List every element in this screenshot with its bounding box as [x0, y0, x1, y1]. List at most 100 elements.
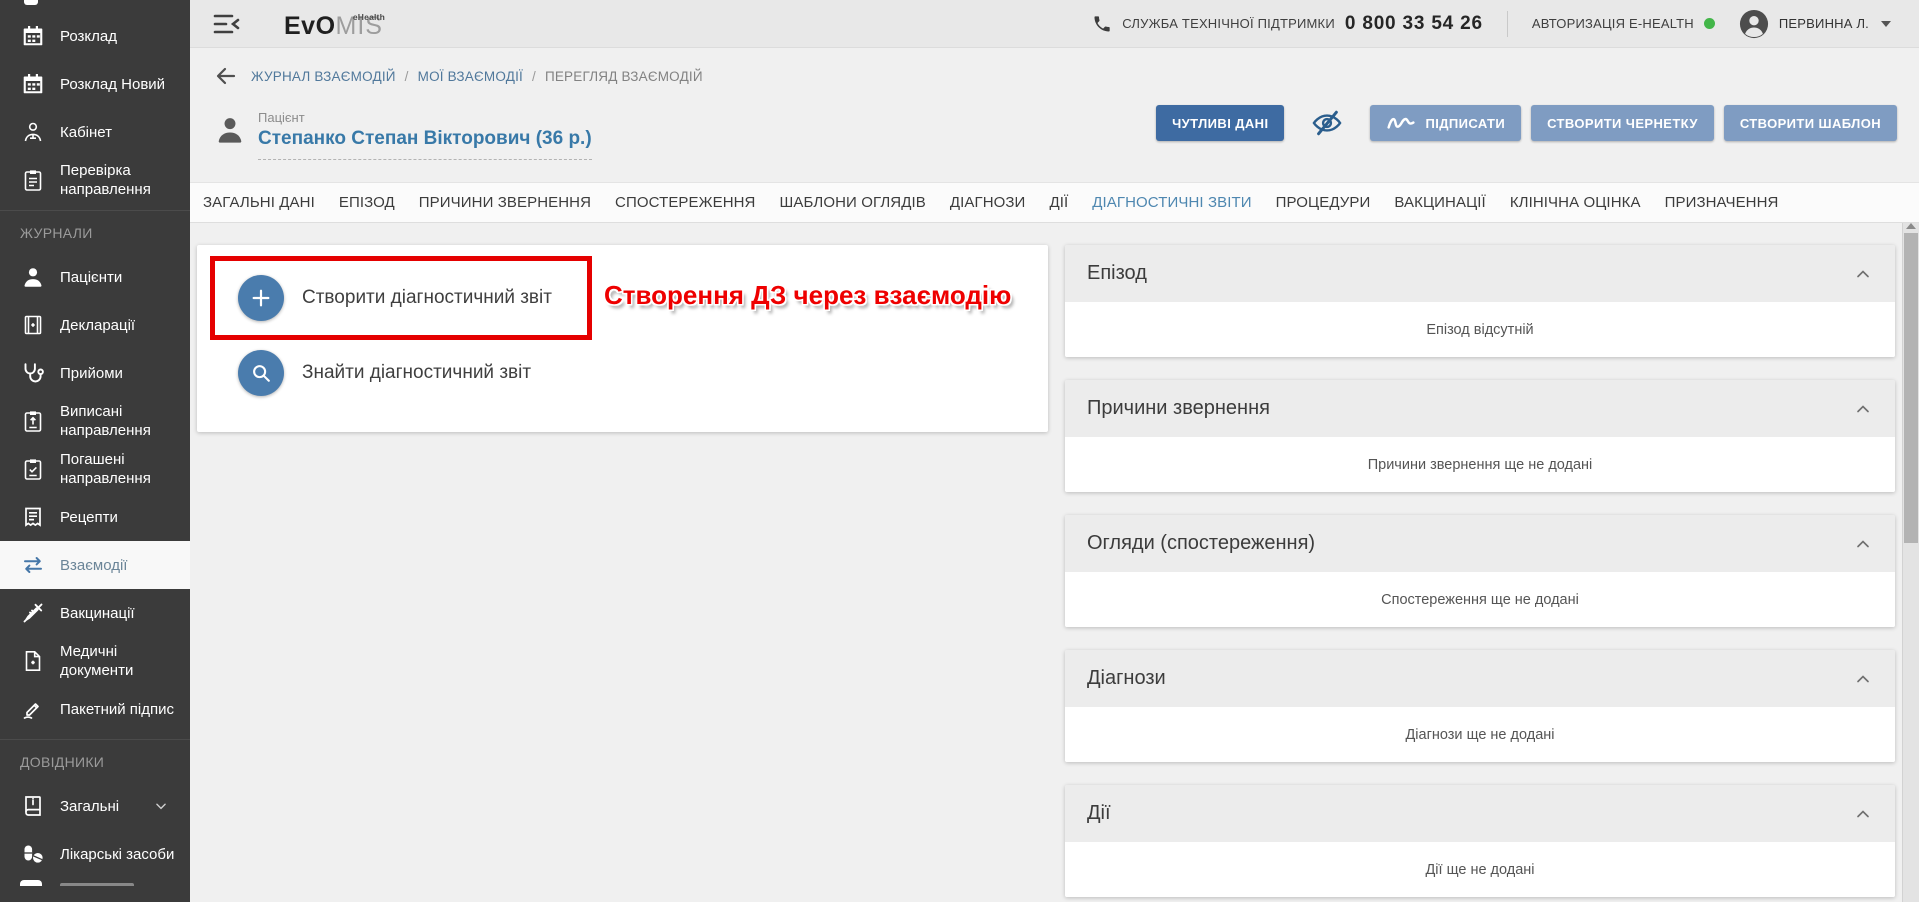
stethoscope-icon: [20, 360, 46, 386]
tab-procedures[interactable]: ПРОЦЕДУРИ: [1264, 183, 1383, 222]
action-bar: ЧУТЛИВІ ДАНІ ПІДПИСАТИ СТВОРИТИ ЧЕРНЕТКУ…: [1156, 105, 1897, 141]
sidebar-item-label: Вакцинації: [60, 604, 135, 623]
signature-icon: [20, 696, 46, 722]
tabs-bar: ЗАГАЛЬНІ ДАНІЕПІЗОДПРИЧИНИ ЗВЕРНЕННЯСПОС…: [190, 182, 1919, 223]
section-header-episode[interactable]: Епізод: [1065, 245, 1895, 302]
vertical-scrollbar[interactable]: [1902, 219, 1919, 902]
chevron-down-icon: [148, 798, 174, 814]
tab-diagnostic-reports[interactable]: ДІАГНОСТИЧНІ ЗВІТИ: [1080, 183, 1263, 222]
tab-observations[interactable]: СПОСТЕРЕЖЕННЯ: [603, 183, 767, 222]
plus-icon: [238, 275, 284, 321]
sign-button[interactable]: ПІДПИСАТИ: [1370, 105, 1521, 141]
logo-primary: EvO: [284, 12, 336, 40]
clipboard-done-icon: [20, 456, 46, 482]
sidebar-item-issued-referrals[interactable]: Виписані направлення: [0, 397, 190, 445]
chevron-up-icon: [1853, 669, 1873, 689]
sidebar-groups: Розклад Розклад Новий КабінетПеревірка нап…: [0, 0, 190, 878]
back-arrow-icon[interactable]: [214, 64, 238, 88]
patient-avatar-icon: [214, 114, 246, 146]
create-template-button[interactable]: СТВОРИТИ ШАБЛОН: [1724, 105, 1897, 141]
tab-vaccinations[interactable]: ВАКЦИНАЦІЇ: [1382, 183, 1497, 222]
sensitive-data-button[interactable]: ЧУТЛИВІ ДАНІ: [1156, 105, 1284, 141]
annotation-text: Створення ДЗ через взаємодію: [604, 280, 1011, 311]
create-draft-button[interactable]: СТВОРИТИ ЧЕРНЕТКУ: [1531, 105, 1714, 141]
sign-label: ПІДПИСАТИ: [1425, 116, 1505, 131]
section-header-observations[interactable]: Огляди (спостереження): [1065, 515, 1895, 572]
receipt-icon: [20, 504, 46, 530]
patient-name[interactable]: Степанко Степан Вікторович (36 р.): [258, 128, 592, 150]
clipboard-list-icon: [20, 167, 46, 193]
section-title: Діагнози: [1087, 667, 1166, 690]
signature-squiggle-icon: [1386, 114, 1416, 132]
topbar-right-cluster: СЛУЖБА ТЕХНІЧНОЇ ПІДТРИМКИ 0 800 33 54 2…: [1092, 9, 1891, 39]
sidebar-collapse-icon[interactable]: [212, 11, 242, 37]
tab-general-data[interactable]: ЗАГАЛЬНІ ДАНІ: [191, 183, 327, 222]
section-empty-text: Причини звернення ще не додані: [1065, 437, 1895, 492]
user-avatar-icon[interactable]: [1739, 9, 1769, 39]
chevron-up-icon: [1853, 534, 1873, 554]
section-header-actions[interactable]: Дії: [1065, 785, 1895, 842]
chevron-up-icon: [1853, 399, 1873, 419]
tab-clinical-assessment[interactable]: КЛІНІЧНА ОЦІНКА: [1498, 183, 1653, 222]
sidebar-item-schedule-new[interactable]: Розклад Новий: [0, 60, 190, 108]
sidebar-item-label: Взаємодії: [60, 556, 127, 575]
sidebar-item-medicines[interactable]: Лікарські засоби: [0, 830, 190, 878]
sidebar-item-clipped[interactable]: [0, 878, 190, 886]
tab-diagnoses[interactable]: ДІАГНОЗИ: [938, 183, 1038, 222]
sidebar-item-cabinet[interactable]: Кабінет: [0, 108, 190, 156]
create-draft-label: СТВОРИТИ ЧЕРНЕТКУ: [1547, 116, 1698, 131]
section-actions: ДіїДії ще не додані: [1065, 785, 1895, 897]
sidebar-item-referral-check[interactable]: Перевірка направлення: [0, 156, 190, 204]
scroll-up-arrow-icon[interactable]: [1906, 223, 1916, 229]
sidebar-item-label: Пакетний підпис: [60, 700, 174, 719]
patient-label: Пацієнт: [258, 110, 592, 125]
sidebar-item-batch-signature[interactable]: Пакетний підпис: [0, 685, 190, 733]
ehealth-auth-link[interactable]: АВТОРИЗАЦІЯ E-HEALTH: [1532, 16, 1694, 31]
sidebar-item-redeemed-referrals[interactable]: Погашені направлення: [0, 445, 190, 493]
tab-actions[interactable]: ДІЇ: [1037, 183, 1080, 222]
tab-assignments[interactable]: ПРИЗНАЧЕННЯ: [1653, 183, 1791, 222]
section-header-diagnoses[interactable]: Діагнози: [1065, 650, 1895, 707]
hide-sensitive-button[interactable]: [1308, 106, 1346, 140]
tab-episode[interactable]: ЕПІЗОД: [327, 183, 407, 222]
sidebar-item-vaccinations[interactable]: Вакцинації: [0, 589, 190, 637]
sidebar-item-label: Медичні документи: [60, 642, 184, 680]
sidebar-item-general[interactable]: Загальні: [0, 782, 190, 830]
clipped-label: [60, 883, 134, 886]
tab-exam-templates[interactable]: ШАБЛОНИ ОГЛЯДІВ: [768, 183, 938, 222]
breadcrumb-link[interactable]: МОЇ ВЗАЄМОДІЇ: [418, 69, 523, 84]
declaration-icon: [20, 312, 46, 338]
scrollbar-thumb[interactable]: [1904, 233, 1918, 543]
sidebar-item-schedule[interactable]: Розклад: [0, 12, 190, 60]
section-header-visit-reasons[interactable]: Причини звернення: [1065, 380, 1895, 437]
main-area: ЖУРНАЛ ВЗАЄМОДІЙ/МОЇ ВЗАЄМОДІЇ/ПЕРЕГЛЯД …: [190, 48, 1919, 902]
sidebar-item-label: Розклад: [60, 27, 117, 46]
calendar-icon: [20, 71, 46, 97]
sidebar-item-interactions[interactable]: Взаємодії: [0, 541, 190, 589]
sidebar-item-appointments[interactable]: Прийоми: [0, 349, 190, 397]
create-diagnostic-report-button[interactable]: Створити діагностичний звіт: [238, 275, 552, 321]
user-menu-caret-icon[interactable]: [1881, 21, 1891, 27]
sidebar-item-label: Загальні: [60, 797, 119, 816]
sidebar: Розклад Розклад Новий КабінетПеревірка нап…: [0, 0, 190, 902]
user-name[interactable]: ПЕРВИННА Л.: [1779, 16, 1869, 31]
ehealth-status-dot: [1704, 18, 1715, 29]
search-icon: [238, 350, 284, 396]
sidebar-item-label: Розклад Новий: [60, 75, 165, 94]
section-title: Причини звернення: [1087, 397, 1270, 420]
tab-visit-reasons[interactable]: ПРИЧИНИ ЗВЕРНЕННЯ: [407, 183, 603, 222]
sidebar-item-prescriptions[interactable]: Рецепти: [0, 493, 190, 541]
book-icon: [20, 793, 46, 819]
sidebar-item-declarations[interactable]: Декларації: [0, 301, 190, 349]
sidebar-item-medical-documents[interactable]: Медичні документи: [0, 637, 190, 685]
clipboard-out-icon: [20, 408, 46, 434]
breadcrumb-items: ЖУРНАЛ ВЗАЄМОДІЙ/МОЇ ВЗАЄМОДІЇ/ПЕРЕГЛЯД …: [251, 69, 703, 84]
sidebar-item-label: Декларації: [60, 316, 135, 335]
breadcrumb-link[interactable]: ЖУРНАЛ ВЗАЄМОДІЙ: [251, 69, 396, 84]
breadcrumb-separator: /: [405, 69, 409, 84]
find-report-label: Знайти діагностичний звіт: [302, 362, 531, 384]
find-diagnostic-report-button[interactable]: Знайти діагностичний звіт: [238, 350, 531, 396]
sidebar-item-patients[interactable]: Пацієнти: [0, 253, 190, 301]
phone-icon: [1092, 14, 1112, 34]
exchange-icon: [20, 552, 46, 578]
